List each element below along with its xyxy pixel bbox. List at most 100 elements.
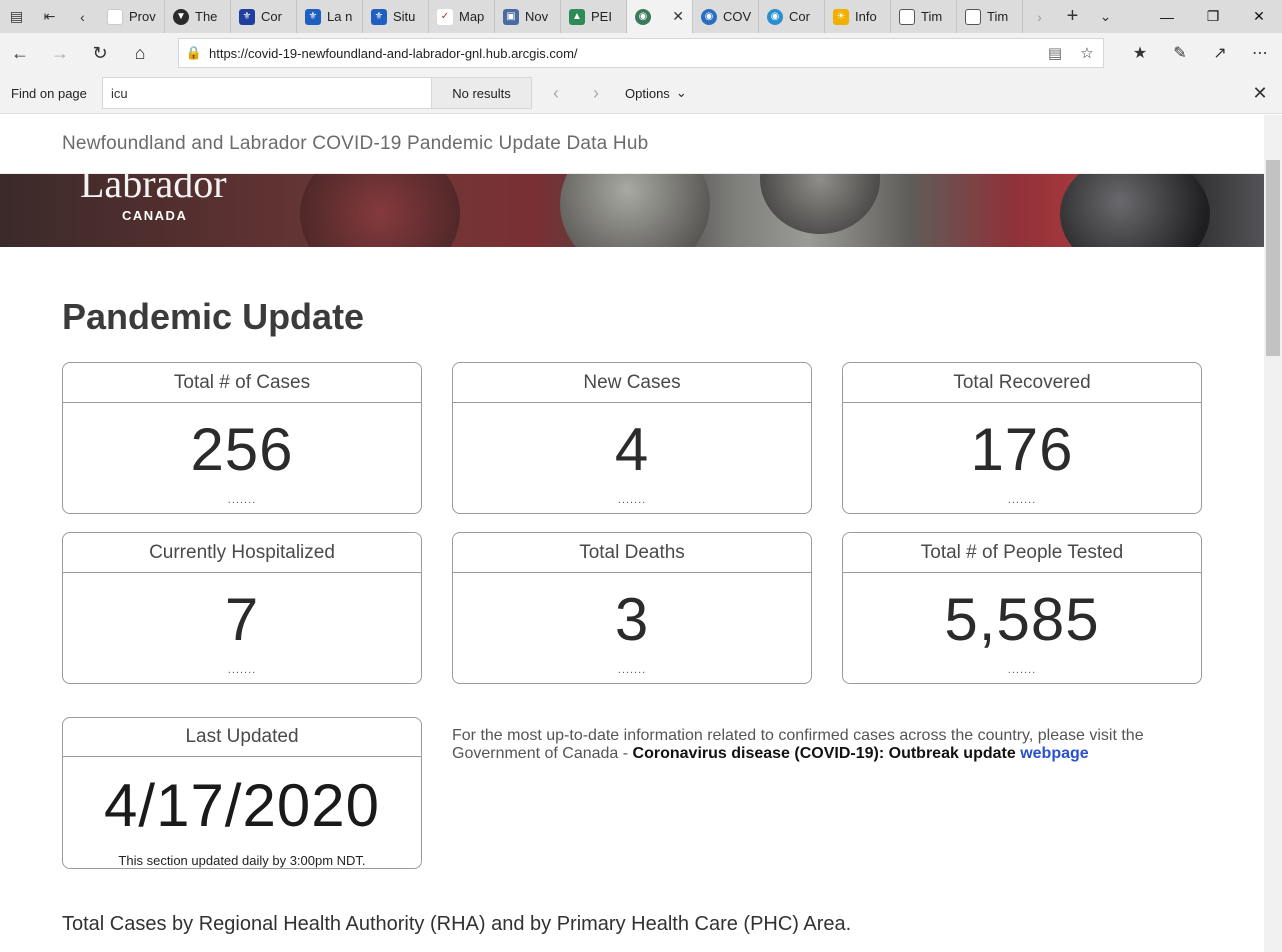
tab-title: Nov (525, 9, 549, 24)
find-previous-icon[interactable]: ‹ (538, 77, 574, 109)
card-footer: ....... (617, 664, 647, 676)
set-tabs-aside-icon[interactable]: ⇤ (33, 0, 66, 33)
browser-tab[interactable]: ▣ Nov (495, 0, 561, 33)
tab-title: La n (327, 9, 353, 24)
url-text[interactable]: https://covid-19-newfoundland-and-labrad… (209, 46, 1039, 61)
find-close-icon[interactable]: ✕ (1248, 77, 1272, 109)
outbreak-update-text: Coronavirus disease (COVID-19): Outbreak… (632, 745, 1016, 762)
card-value: 256 (190, 415, 294, 483)
card-value: 176 (970, 415, 1074, 483)
minimize-icon[interactable]: — (1144, 0, 1190, 33)
tab-title: COV (723, 9, 752, 24)
reading-view-icon[interactable]: ▤ (1039, 44, 1071, 62)
virus-particle-image (1060, 174, 1210, 247)
scroll-tabs-left-icon[interactable]: ‹ (66, 0, 99, 33)
site-title[interactable]: Newfoundland and Labrador COVID-19 Pande… (62, 133, 648, 155)
tab-favicon-icon: ✓ (437, 8, 453, 25)
browser-toolbar: ★ ✎ ↗ ⋯ (1120, 33, 1280, 73)
stat-card-total-deaths: Total Deaths 3 ....... (452, 532, 812, 684)
favorite-star-icon[interactable]: ☆ (1071, 44, 1103, 62)
webpage-link[interactable]: webpage (1020, 745, 1088, 762)
browser-tab[interactable]: ◉ Cor (759, 0, 825, 33)
address-bar[interactable]: 🔒 https://covid-19-newfoundland-and-labr… (178, 38, 1104, 68)
find-options-label: Options (625, 85, 670, 101)
page-scrollbar[interactable] (1264, 115, 1282, 952)
last-updated-card: Last Updated 4/17/2020 This section upda… (62, 717, 422, 869)
browser-tab[interactable]: ☀ Info (825, 0, 891, 33)
card-value: 7 (224, 585, 260, 653)
tab-title: Map (459, 9, 485, 24)
card-value: 4 (614, 415, 650, 483)
tab-favicon-icon: ◉ (767, 8, 783, 25)
tab-title: Cor (789, 9, 810, 24)
virus-particle-image (560, 174, 710, 247)
find-results-count: No results (432, 77, 532, 109)
page-icon (965, 8, 981, 25)
tab-favicon-icon: ⚜ (371, 8, 387, 25)
browser-tab[interactable]: Tim (957, 0, 1023, 33)
card-title: Total Deaths (453, 533, 811, 573)
share-icon[interactable]: ↗ (1200, 33, 1240, 73)
stat-card-total-tested: Total # of People Tested 5,585 ....... (842, 532, 1202, 684)
browser-tab[interactable]: ✓ Map (429, 0, 495, 33)
browser-tab[interactable]: ◉ COV (693, 0, 759, 33)
tab-favicon-icon: ▣ (503, 8, 519, 25)
card-title: Total Recovered (843, 363, 1201, 403)
new-tab-icon[interactable]: + (1056, 0, 1089, 33)
refresh-icon[interactable]: ↻ (80, 33, 120, 73)
lock-icon[interactable]: 🔒 (179, 45, 209, 61)
stat-card-new-cases: New Cases 4 ....... (452, 362, 812, 514)
page-icon (899, 8, 915, 25)
close-tab-icon[interactable]: ✕ (672, 8, 684, 25)
forward-icon[interactable]: → (40, 33, 80, 73)
card-title: Total # of Cases (63, 363, 421, 403)
restore-icon[interactable]: ❐ (1190, 0, 1236, 33)
scrollbar-thumb[interactable] (1266, 160, 1280, 356)
more-menu-icon[interactable]: ⋯ (1240, 33, 1280, 73)
tab-favicon-icon: ☀ (833, 8, 849, 25)
tab-title: Tim (987, 9, 1009, 24)
card-footer: ....... (227, 494, 257, 506)
stat-card-total-cases: Total # of Cases 256 ....... (62, 362, 422, 514)
logo-country: CANADA (122, 208, 188, 223)
card-title: Last Updated (63, 718, 421, 757)
browser-tab[interactable]: ▼ The (165, 0, 231, 33)
browser-tab[interactable]: Tim (891, 0, 957, 33)
chevron-down-icon: ⌄ (675, 85, 687, 100)
browser-tab[interactable]: ⚜ La n (297, 0, 363, 33)
card-footer: ....... (1007, 494, 1037, 506)
tab-actions-icon[interactable]: ▤ (0, 0, 33, 33)
navigation-bar: ← → ↻ ⌂ 🔒 https://covid-19-newfoundland-… (0, 33, 1282, 73)
find-input[interactable]: icu (102, 77, 432, 109)
stat-card-currently-hospitalized: Currently Hospitalized 7 ....... (62, 532, 422, 684)
back-icon[interactable]: ← (0, 33, 40, 73)
card-title: Currently Hospitalized (63, 533, 421, 573)
browser-tab-active[interactable]: ◉ ✕ (627, 0, 693, 33)
card-value: 5,585 (944, 585, 1100, 653)
card-footer: ....... (1007, 664, 1037, 676)
find-label: Find on page (11, 85, 87, 101)
tab-title: Prov (129, 9, 156, 24)
window-controls: — ❐ ✕ (1144, 0, 1282, 33)
tab-title: Cor (261, 9, 282, 24)
page-title: Pandemic Update (62, 296, 365, 337)
browser-tab[interactable]: ▲ PEI (561, 0, 627, 33)
web-note-pen-icon[interactable]: ✎ (1160, 33, 1200, 73)
close-window-icon[interactable]: ✕ (1236, 0, 1282, 33)
tab-title: The (195, 9, 218, 24)
tab-favicon-icon: ▼ (173, 8, 189, 25)
browser-tab[interactable]: ⚜ Situ (363, 0, 429, 33)
tab-favicon-icon: ▲ (569, 8, 585, 25)
favorites-hub-icon[interactable]: ★ (1120, 33, 1160, 73)
globe-icon: ◉ (635, 8, 651, 25)
scroll-tabs-right-icon[interactable]: › (1023, 0, 1056, 33)
virus-particle-image (760, 174, 880, 234)
tab-list-chevron-icon[interactable]: ⌄ (1089, 0, 1122, 33)
tab-title: Tim (921, 9, 943, 24)
tab-title: Situ (393, 9, 416, 24)
home-icon[interactable]: ⌂ (120, 33, 160, 73)
find-options-button[interactable]: Options ⌄ (625, 77, 687, 109)
browser-tab[interactable]: Prov (99, 0, 165, 33)
browser-tab[interactable]: ⚜ Cor (231, 0, 297, 33)
find-next-icon[interactable]: › (578, 77, 614, 109)
